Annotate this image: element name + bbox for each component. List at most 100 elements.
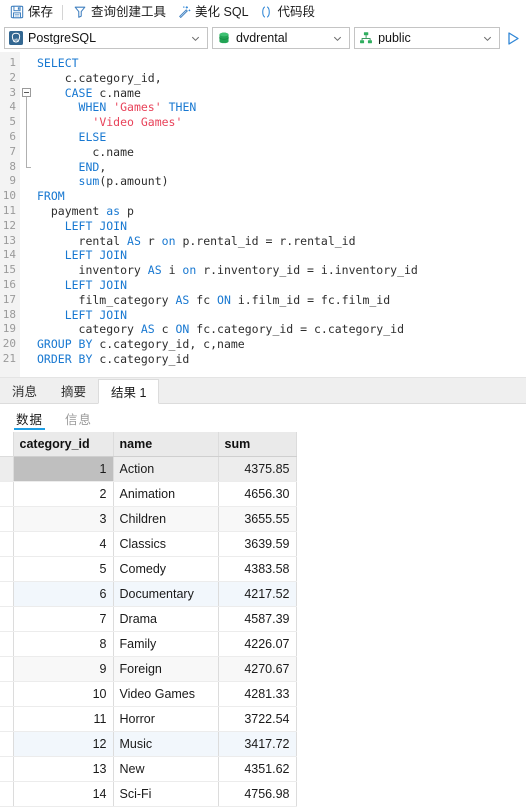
table-row[interactable]: 7 Drama 4587.39 [0, 606, 297, 632]
cell-category_id[interactable]: 2 [13, 481, 114, 507]
code-token: , [99, 159, 107, 174]
cell-sum[interactable]: 4270.67 [218, 656, 297, 682]
table-row[interactable]: 5 Comedy 4383.58 [0, 556, 297, 582]
cell-sum[interactable]: 3417.72 [218, 731, 297, 757]
cell-sum[interactable]: 4217.52 [218, 581, 297, 607]
cell-category_id[interactable]: 11 [13, 706, 114, 732]
cell-name[interactable]: Comedy [113, 556, 219, 582]
query-builder-button[interactable]: 查询创建工具 [67, 1, 171, 23]
cell-sum[interactable]: 3655.55 [218, 506, 297, 532]
row-header-cell[interactable] [0, 606, 14, 632]
beautify-sql-button[interactable]: 美化 SQL [171, 1, 254, 23]
cell-name[interactable]: Video Games [113, 681, 219, 707]
table-row[interactable]: 11 Horror 3722.54 [0, 706, 297, 732]
cell-sum[interactable]: 3639.59 [218, 531, 297, 557]
cell-category_id[interactable]: 3 [13, 506, 114, 532]
line-number: 14 [2, 248, 16, 262]
cell-category_id[interactable]: 1 [13, 456, 114, 482]
cell-category_id[interactable]: 4 [13, 531, 114, 557]
result-grid[interactable]: category_id name sum 1 Action 4375.85 2 Anim… [0, 432, 297, 807]
row-header-cell[interactable] [0, 556, 14, 582]
row-header-cell[interactable] [0, 706, 14, 732]
row-header-cell[interactable] [0, 481, 14, 507]
cell-name[interactable]: New [113, 756, 219, 782]
table-row[interactable]: 3 Children 3655.55 [0, 506, 297, 532]
cell-name[interactable]: Action [113, 456, 219, 482]
database-select[interactable]: dvdrental [212, 27, 351, 49]
row-header-cell[interactable] [0, 631, 14, 657]
row-header-cell[interactable] [0, 506, 14, 532]
cell-category_id[interactable]: 14 [13, 781, 114, 807]
run-icon [508, 31, 519, 45]
cell-sum[interactable]: 4351.62 [218, 756, 297, 782]
cell-sum[interactable]: 4375.85 [218, 456, 297, 482]
cell-category_id[interactable]: 8 [13, 631, 114, 657]
cell-name[interactable]: Animation [113, 481, 219, 507]
table-row[interactable]: 9 Foreign 4270.67 [0, 656, 297, 682]
cell-sum[interactable]: 4383.58 [218, 556, 297, 582]
table-row[interactable]: 2 Animation 4656.30 [0, 481, 297, 507]
cell-category_id[interactable]: 9 [13, 656, 114, 682]
cell-category_id[interactable]: 10 [13, 681, 114, 707]
table-row[interactable]: 6 Documentary 4217.52 [0, 581, 297, 607]
row-header-cell[interactable] [0, 731, 14, 757]
cell-sum[interactable]: 4226.07 [218, 631, 297, 657]
snippet-button[interactable]: 代码段 [254, 1, 321, 23]
cell-sum[interactable]: 3722.54 [218, 706, 297, 732]
table-row[interactable]: 13 New 4351.62 [0, 756, 297, 782]
result-sub-tab[interactable]: 信息 [63, 405, 94, 431]
row-header-cell[interactable] [0, 581, 14, 607]
table-row[interactable]: 8 Family 4226.07 [0, 631, 297, 657]
code-token: AS [140, 322, 155, 337]
row-header-cell[interactable] [0, 681, 14, 707]
query-builder-icon [72, 5, 87, 20]
cell-name[interactable]: Horror [113, 706, 219, 732]
result-tab[interactable]: 消息 [0, 378, 49, 403]
row-header-cell[interactable] [0, 656, 14, 682]
table-row[interactable]: 1 Action 4375.85 [0, 456, 297, 482]
cell-category_id[interactable]: 13 [13, 756, 114, 782]
column-header-category_id[interactable]: category_id [13, 432, 114, 457]
cell-sum[interactable]: 4656.30 [218, 481, 297, 507]
cell-name[interactable]: Music [113, 731, 219, 757]
line-number: 21 [2, 351, 16, 365]
cell-category_id[interactable]: 5 [13, 556, 114, 582]
cell-name[interactable]: Children [113, 506, 219, 532]
result-tab[interactable]: 结果 1 [98, 379, 160, 404]
sql-editor[interactable]: 1 SELECT 2 c.category_id, 3 CASE c.name 4 WH… [0, 52, 526, 378]
sql-code[interactable]: 1 SELECT 2 c.category_id, 3 CASE c.name 4 WH… [0, 52, 526, 367]
cell-sum[interactable]: 4756.98 [218, 781, 297, 807]
cell-name[interactable]: Foreign [113, 656, 219, 682]
line-number: 9 [9, 174, 16, 188]
save-button[interactable]: 保存 [4, 1, 58, 23]
column-header-sum[interactable]: sum [218, 432, 297, 457]
cell-category_id[interactable]: 7 [13, 606, 114, 632]
row-header-cell[interactable] [0, 756, 14, 782]
cell-name[interactable]: Classics [113, 531, 219, 557]
column-header-name[interactable]: name [113, 432, 219, 457]
row-header-cell[interactable] [0, 781, 14, 807]
table-row[interactable]: 14 Sci-Fi 4756.98 [0, 781, 297, 807]
cell-category_id[interactable]: 6 [13, 581, 114, 607]
table-row[interactable]: 12 Music 3417.72 [0, 731, 297, 757]
row-header-cell[interactable] [0, 456, 14, 482]
run-query-button[interactable] [504, 28, 522, 48]
cell-name[interactable]: Documentary [113, 581, 219, 607]
cell-name[interactable]: Family [113, 631, 219, 657]
result-tab[interactable]: 摘要 [49, 378, 98, 403]
schema-select[interactable]: public [354, 27, 500, 49]
cell-sum[interactable]: 4281.33 [218, 681, 297, 707]
code-text: CASE c.name [37, 86, 526, 101]
cell-category_id[interactable]: 12 [13, 731, 114, 757]
result-sub-tab[interactable]: 数据 [14, 405, 46, 431]
code-token: p.rental_id = r.rental_id [175, 233, 356, 248]
row-header-cell[interactable] [0, 531, 14, 557]
cell-name[interactable]: Drama [113, 606, 219, 632]
cell-sum[interactable]: 4587.39 [218, 606, 297, 632]
table-row[interactable]: 10 Video Games 4281.33 [0, 681, 297, 707]
cell-name[interactable]: Sci-Fi [113, 781, 219, 807]
postgresql-icon [9, 31, 23, 45]
driver-select[interactable]: PostgreSQL [4, 27, 209, 49]
table-row[interactable]: 4 Classics 3639.59 [0, 531, 297, 557]
